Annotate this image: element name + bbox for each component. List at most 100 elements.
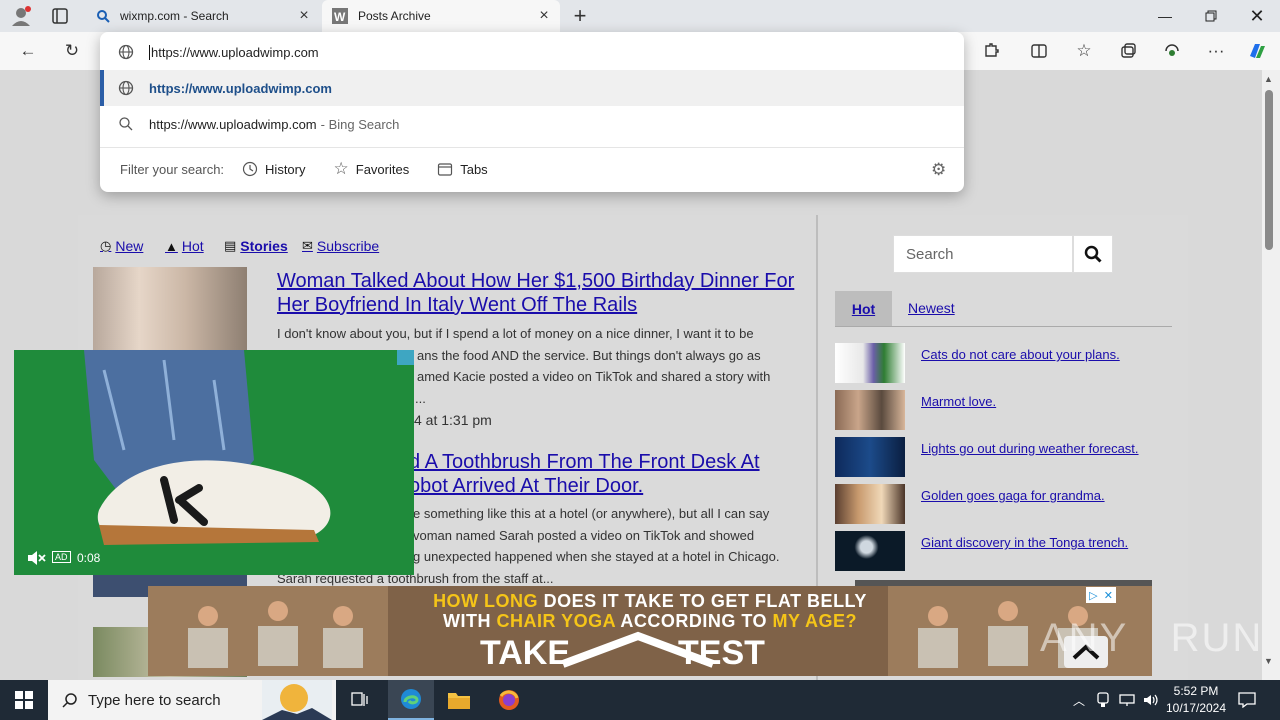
nav-stories-link[interactable]: ▤ Stories	[224, 238, 288, 254]
filter-tabs[interactable]: Tabs	[437, 161, 488, 177]
clock-date: 10/17/2024	[1165, 701, 1227, 715]
article-title-link[interactable]: d A Toothbrush From The Front Desk At ob…	[409, 450, 809, 498]
envelope-icon: ✉	[302, 238, 313, 253]
firefox-icon[interactable]	[486, 680, 532, 720]
search-icon[interactable]	[1073, 235, 1113, 273]
suggestion-url: https://www.uploadwimp.com	[149, 80, 332, 96]
search-icon	[118, 116, 134, 132]
banner-text: ACCORDING TO	[615, 611, 773, 631]
sidebar-item-link[interactable]: Lights go out during weather forecast.	[921, 441, 1139, 456]
tray-overflow-icon[interactable]: ︿	[1070, 680, 1088, 720]
taskbar-search-box[interactable]: Type here to search	[48, 680, 336, 720]
address-bar-dropdown[interactable]: https://www.uploadwimp.com https://www.u…	[100, 32, 964, 192]
video-frame	[14, 350, 414, 575]
windows-start-icon[interactable]	[0, 680, 48, 720]
network-icon[interactable]	[1118, 680, 1136, 720]
sidebar-item-link[interactable]: Cats do not care about your plans.	[921, 347, 1120, 362]
nav-hot-link[interactable]: ▲ Hot	[165, 238, 204, 254]
filter-favorites-label: Favorites	[355, 161, 410, 177]
sidebar-item-link[interactable]: Marmot love.	[921, 394, 996, 409]
scroll-up-icon[interactable]: ▲	[1264, 74, 1273, 84]
more-options-icon[interactable]: ···	[1205, 40, 1227, 62]
back-icon[interactable]: ←	[17, 40, 39, 62]
address-input-row[interactable]: https://www.uploadwimp.com	[100, 40, 964, 64]
address-input[interactable]: https://www.uploadwimp.com	[149, 44, 319, 60]
sidebar-item-link[interactable]: Giant discovery in the Tonga trench.	[921, 535, 1128, 550]
close-tab-icon[interactable]: ×	[534, 7, 554, 25]
search-suggestion[interactable]: https://www.uploadwimp.com - Bing Search	[100, 106, 964, 142]
article-thumbnail[interactable]	[93, 267, 247, 352]
extensions-icon[interactable]	[980, 40, 1002, 62]
anyrun-watermark: ANY RUN	[1040, 616, 1264, 660]
banner-headline-2: WITH CHAIR YOGA ACCORDING TO MY AGE?	[148, 611, 1152, 632]
refresh-icon[interactable]: ↻	[61, 40, 83, 62]
globe-icon	[118, 44, 134, 60]
banner-cta-left[interactable]: TAKE	[480, 634, 570, 673]
task-view-icon[interactable]	[340, 680, 380, 720]
copilot-icon[interactable]	[1246, 40, 1268, 62]
search-icon	[96, 9, 110, 23]
sidebar-item[interactable]: Golden goes gaga for grandma.	[835, 484, 1175, 524]
banner-highlight: HOW LONG	[433, 591, 539, 611]
settings-gear-icon[interactable]: ⚙	[931, 160, 946, 180]
edge-taskbar-icon[interactable]	[388, 680, 434, 720]
notifications-icon[interactable]	[1236, 680, 1258, 720]
maximize-icon[interactable]	[1188, 0, 1234, 32]
minimize-icon[interactable]: —	[1142, 0, 1188, 32]
search-suggestion-suffix: - Bing Search	[320, 116, 400, 132]
dropdown-divider	[100, 147, 964, 148]
banner-headline-1: HOW LONG DOES IT TAKE TO GET FLAT BELLY	[148, 591, 1152, 612]
scrollbar-thumb[interactable]	[1265, 90, 1273, 250]
close-window-icon[interactable]: ✕	[1234, 0, 1280, 32]
filter-favorites[interactable]: ☆ Favorites	[334, 159, 410, 179]
sidebar-thumbnail	[835, 437, 905, 477]
performance-icon[interactable]	[1161, 40, 1183, 62]
tab-underline	[835, 326, 1172, 327]
banner-text: WITH	[442, 611, 497, 631]
tab-newest[interactable]: Newest	[908, 300, 955, 316]
sidebar-thumbnail	[835, 531, 905, 571]
collections-icon[interactable]	[1117, 40, 1139, 62]
sidebar-item[interactable]: Marmot love.	[835, 390, 1175, 430]
banner-text: DOES IT TAKE TO GET FLAT BELLY	[538, 591, 867, 611]
globe-icon	[118, 80, 134, 96]
nav-new-label: New	[115, 238, 144, 254]
filter-history[interactable]: History	[242, 161, 306, 177]
star-icon: ☆	[333, 159, 349, 178]
banner-cta-right[interactable]: TEST	[678, 634, 765, 673]
sidebar-item-link[interactable]: Golden goes gaga for grandma.	[921, 488, 1105, 503]
nav-new-link[interactable]: ◷ New	[100, 238, 143, 254]
filter-history-label: History	[265, 161, 306, 177]
split-screen-icon[interactable]	[1028, 40, 1050, 62]
nav-subscribe-link[interactable]: ✉ Subscribe	[302, 238, 379, 254]
sidebar-item[interactable]: Cats do not care about your plans.	[835, 343, 1175, 383]
history-icon	[242, 161, 258, 177]
tab-wixmp-search[interactable]: wixmp.com - Search ×	[86, 0, 320, 32]
tab-hot[interactable]: Hot	[835, 291, 892, 326]
video-ad-player[interactable]: AD 0:08	[14, 350, 414, 575]
scroll-down-icon[interactable]: ▼	[1264, 656, 1273, 666]
file-explorer-icon[interactable]	[436, 680, 482, 720]
new-tab-icon[interactable]: +	[568, 4, 592, 28]
device-icon[interactable]	[1094, 680, 1112, 720]
article-title-link[interactable]: Woman Talked About How Her $1,500 Birthd…	[277, 269, 797, 317]
volume-icon[interactable]	[1142, 680, 1160, 720]
sidebar-item[interactable]: Lights go out during weather forecast.	[835, 437, 1175, 477]
sidebar-search-input[interactable]: Search	[893, 235, 1073, 273]
url-suggestion[interactable]: https://www.uploadwimp.com	[100, 70, 964, 106]
ad-badge: AD	[52, 551, 71, 563]
adchoices-icon[interactable]: ▷ ✕	[1086, 587, 1116, 603]
profile-icon[interactable]	[10, 6, 32, 26]
sidebar-item[interactable]: Giant discovery in the Tonga trench.	[835, 531, 1175, 571]
tab-actions-icon[interactable]	[52, 8, 68, 24]
tabs-icon	[437, 161, 453, 177]
tab-posts-archive[interactable]: W Posts Archive ×	[322, 0, 560, 32]
filter-tabs-label: Tabs	[460, 161, 488, 177]
banner-ad[interactable]: HOW LONG DOES IT TAKE TO GET FLAT BELLY …	[148, 586, 1152, 676]
close-tab-icon[interactable]: ×	[294, 7, 314, 25]
clock[interactable]: 5:52 PM 10/17/2024	[1162, 683, 1230, 717]
favorites-star-icon[interactable]: ☆	[1073, 40, 1095, 62]
sidebar-thumbnail	[835, 343, 905, 383]
banner-highlight: CHAIR YOGA	[496, 611, 616, 631]
mute-icon[interactable]	[26, 550, 46, 566]
